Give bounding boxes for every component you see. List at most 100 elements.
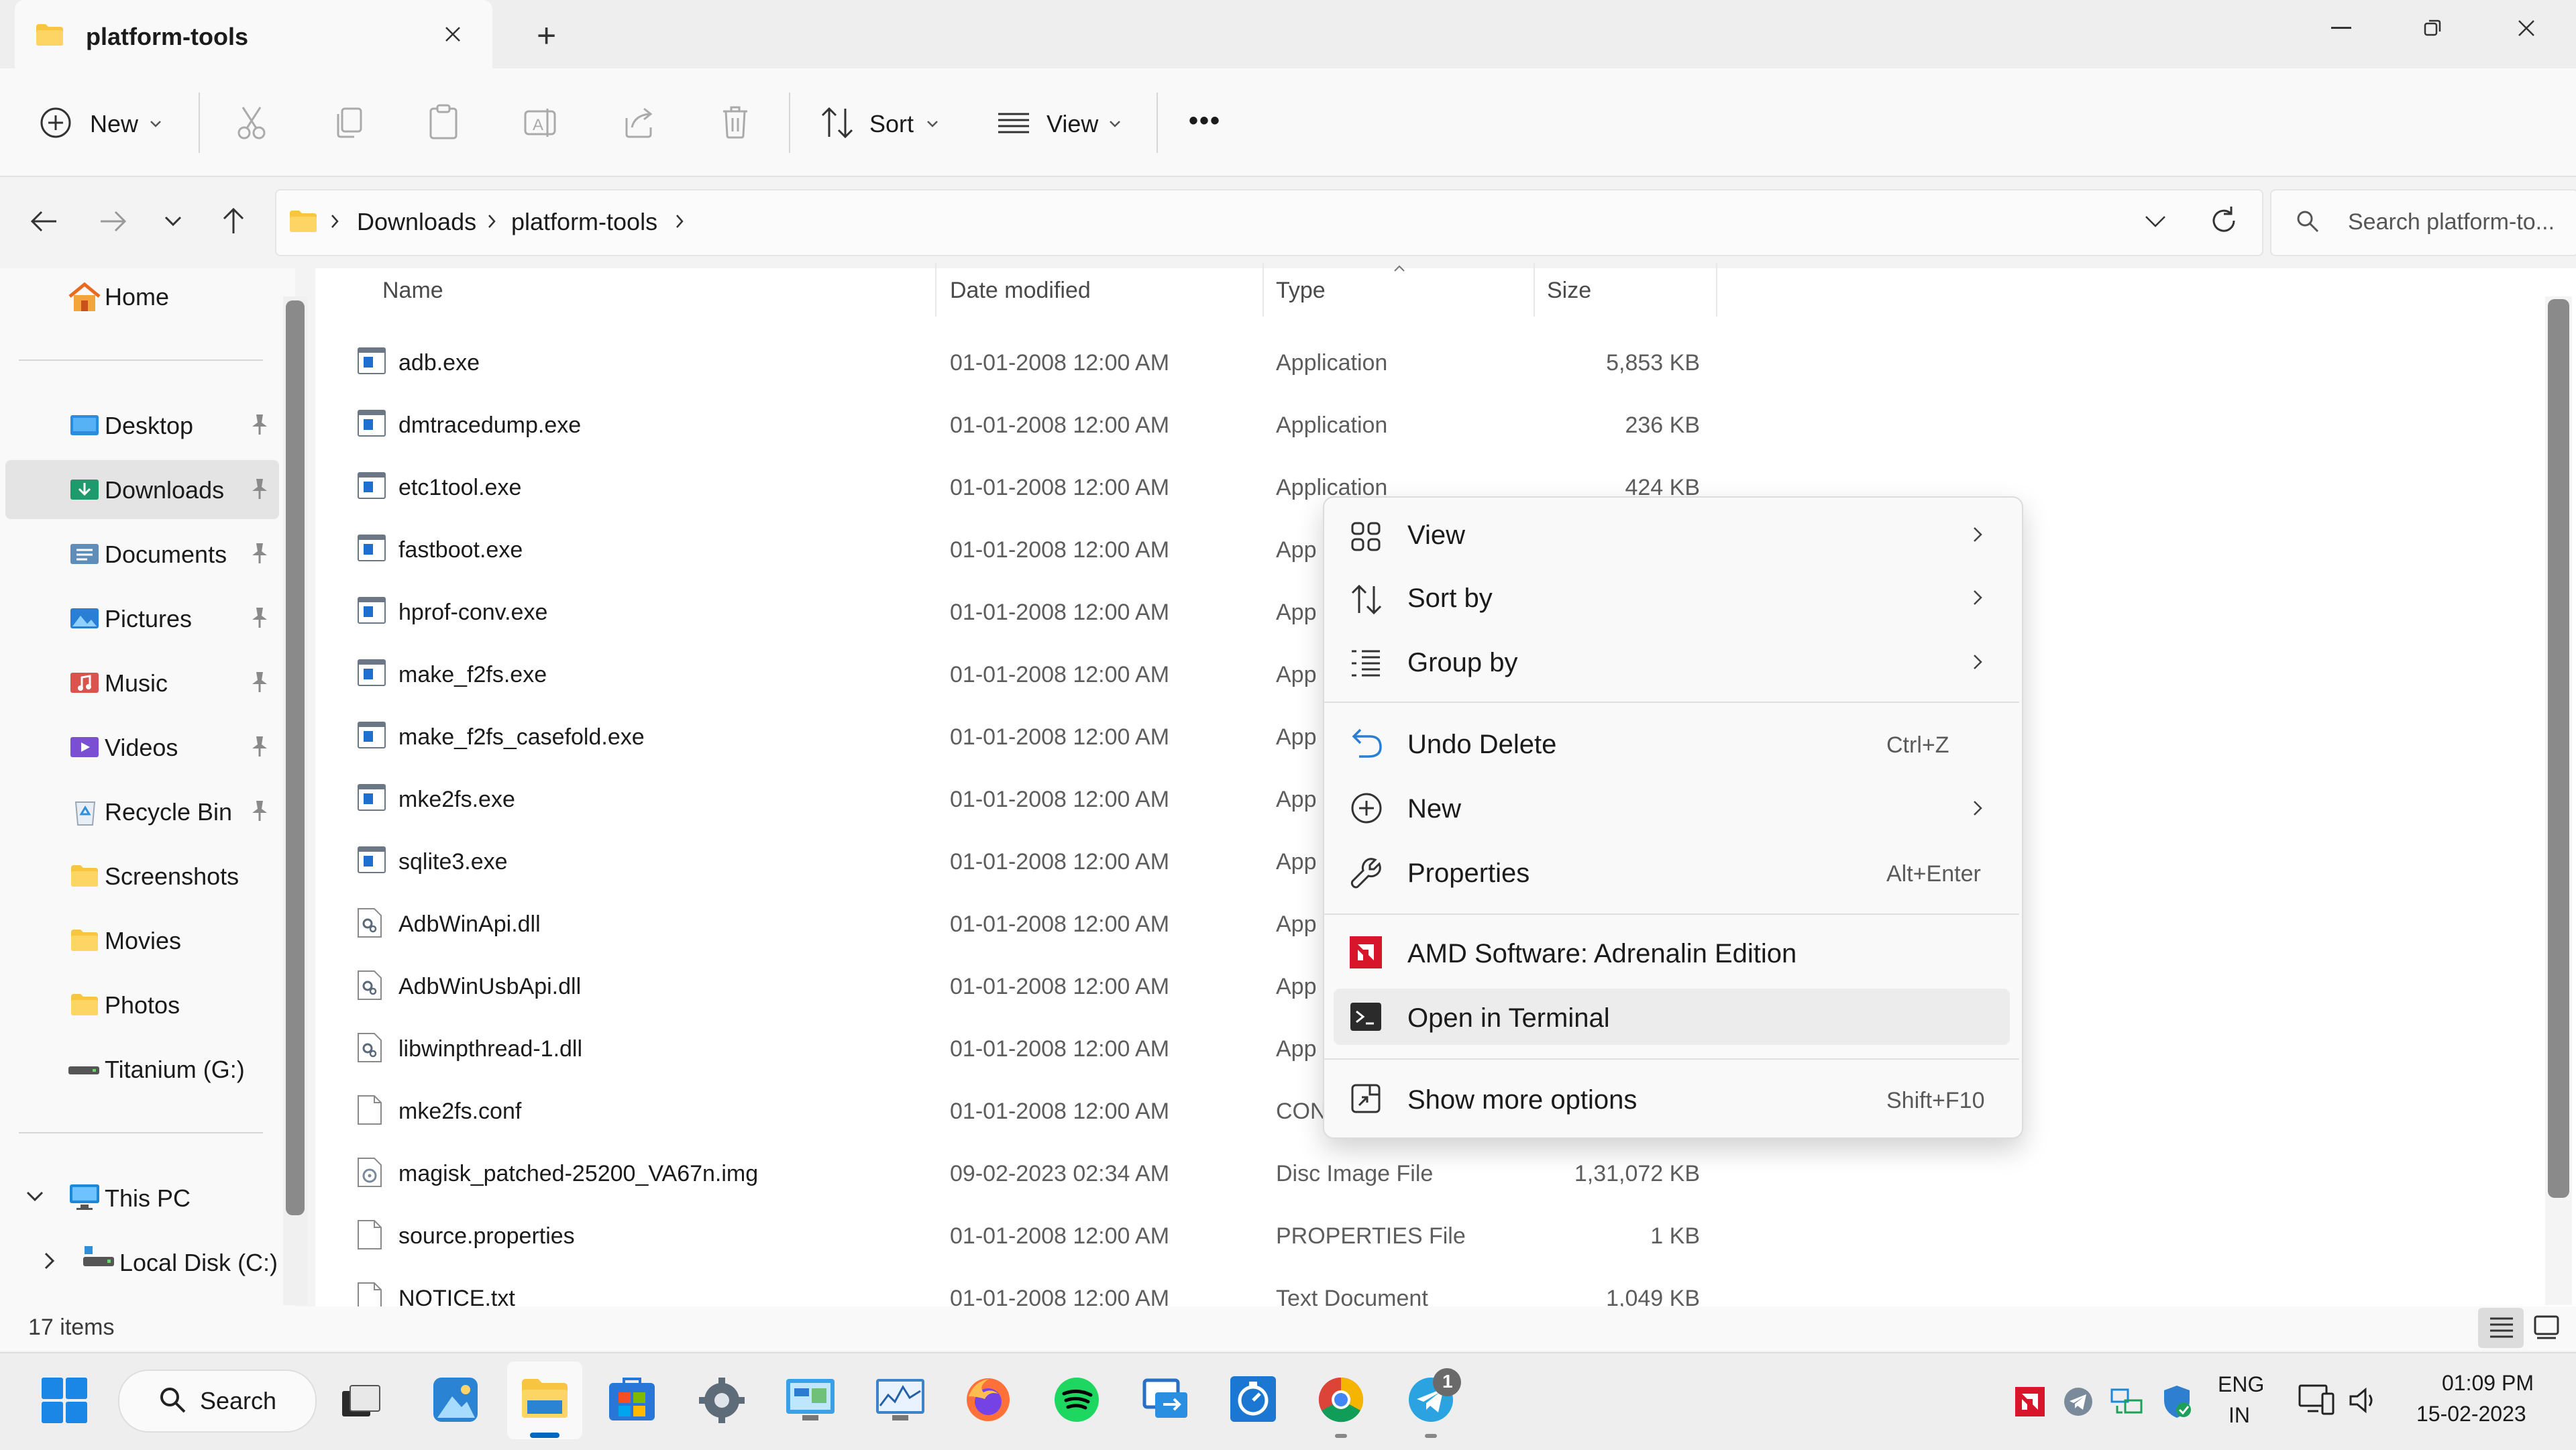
table-row[interactable]: dmtracedump.exe 01-01-2008 12:00 AM Applic… — [349, 400, 1717, 454]
table-row[interactable]: magisk_patched-25200_VA67n.img 09-02-2023… — [349, 1149, 1717, 1203]
context-menu-item-sort-by[interactable]: Sort by — [1407, 583, 1493, 614]
pin-icon[interactable] — [250, 413, 270, 436]
windows-start-icon[interactable] — [40, 1376, 89, 1425]
quick-assist-app-icon[interactable] — [1142, 1378, 1190, 1422]
column-divider[interactable] — [1534, 263, 1535, 317]
context-menu-item-group-by[interactable]: Group by — [1407, 648, 1518, 678]
column-divider[interactable] — [935, 263, 936, 317]
sidebar-item-pictures[interactable]: Pictures — [105, 605, 192, 633]
rename-icon[interactable]: A — [523, 106, 559, 140]
address-history-icon[interactable] — [2144, 215, 2167, 228]
sidebar-item-music[interactable]: Music — [105, 669, 168, 698]
settings-gear-icon[interactable] — [698, 1376, 746, 1425]
restore-icon[interactable] — [2423, 19, 2442, 38]
view-icon[interactable] — [997, 111, 1030, 135]
column-divider[interactable] — [1263, 263, 1264, 317]
sidebar-item-videos[interactable]: Videos — [105, 734, 178, 762]
clock-app-icon[interactable] — [1229, 1375, 1277, 1423]
context-menu-item-open-in-terminal[interactable]: Open in Terminal — [1407, 1003, 1610, 1034]
table-row[interactable]: adb.exe 01-01-2008 12:00 AM Application 5,8… — [349, 338, 1717, 392]
sort-icon[interactable] — [820, 106, 855, 140]
file-explorer-app-icon[interactable] — [521, 1378, 569, 1419]
breadcrumb-chevron-icon[interactable] — [487, 213, 496, 229]
new-icon[interactable] — [39, 106, 72, 140]
tiles-view-icon[interactable] — [2533, 1315, 2560, 1341]
spotify-app-icon[interactable] — [1053, 1376, 1100, 1423]
column-divider[interactable] — [1716, 263, 1717, 317]
breadcrumb-chevron-icon[interactable] — [330, 213, 339, 229]
microsoft-store-app-icon[interactable] — [608, 1375, 656, 1423]
sidebar-item-screenshots[interactable]: Screenshots — [105, 862, 239, 891]
context-menu-item-new[interactable]: New — [1407, 794, 1461, 824]
sidebar-item-movies[interactable]: Movies — [105, 927, 181, 955]
search-input[interactable]: Search platform-to... — [2348, 209, 2555, 235]
context-menu-item-view[interactable]: View — [1407, 520, 1465, 551]
pin-icon[interactable] — [250, 606, 270, 629]
volume-tray-icon[interactable] — [2348, 1384, 2380, 1416]
collapse-chevron-icon[interactable] — [43, 1251, 56, 1270]
column-header-date[interactable]: Date modified — [950, 278, 1091, 304]
control-panel-app-icon[interactable] — [785, 1378, 836, 1422]
sidebar-item-downloads[interactable]: Downloads — [105, 476, 224, 504]
telegram-tray-icon[interactable] — [2063, 1387, 2093, 1416]
sidebar-item-local-disk[interactable]: Local Disk (C:) — [119, 1249, 278, 1277]
up-arrow-icon[interactable] — [220, 205, 247, 236]
new-button[interactable]: New — [90, 110, 138, 138]
photos-app-icon[interactable] — [432, 1376, 479, 1423]
pin-icon[interactable] — [250, 735, 270, 758]
network-tray-icon[interactable] — [2298, 1383, 2334, 1418]
sidebar-item-desktop[interactable]: Desktop — [105, 412, 193, 440]
close-window-icon[interactable] — [2517, 19, 2536, 38]
sidebar-item-photos[interactable]: Photos — [105, 991, 180, 1019]
column-header-size[interactable]: Size — [1547, 278, 1591, 304]
paste-icon[interactable] — [428, 103, 459, 141]
sidebar-item-this-pc[interactable]: This PC — [105, 1184, 191, 1213]
breadcrumb-platform-tools[interactable]: platform-tools — [511, 208, 657, 236]
context-menu-item-properties[interactable]: Properties — [1407, 858, 1529, 889]
sidebar-item-titanium-drive[interactable]: Titanium (G:) — [105, 1056, 245, 1084]
context-menu-item-undo-delete[interactable]: Undo Delete — [1407, 730, 1556, 760]
delete-icon[interactable] — [720, 105, 750, 140]
pin-icon[interactable] — [250, 671, 270, 693]
firefox-app-icon[interactable] — [965, 1376, 1012, 1423]
input-region-indicator[interactable]: IN — [2229, 1403, 2250, 1428]
cut-icon[interactable] — [235, 105, 268, 141]
context-menu-item-show-more-options[interactable]: Show more options — [1407, 1085, 1637, 1115]
more-options-button[interactable]: ••• — [1189, 106, 1221, 136]
pin-icon[interactable] — [250, 542, 270, 565]
file-list-scrollbar-thumb[interactable] — [2548, 299, 2569, 1198]
column-header-name[interactable]: Name — [382, 278, 443, 304]
table-row[interactable]: source.properties 01-01-2008 12:00 AM PROP… — [349, 1211, 1717, 1265]
clock-date[interactable]: 15-02-2023 — [2416, 1402, 2526, 1427]
windows-security-tray-icon[interactable] — [2161, 1384, 2192, 1419]
chrome-app-icon[interactable] — [1318, 1376, 1364, 1423]
column-header-type[interactable]: Type — [1276, 278, 1326, 304]
clock-time[interactable]: 01:09 PM — [2442, 1371, 2534, 1396]
breadcrumb-downloads[interactable]: Downloads — [357, 208, 476, 236]
performance-monitor-app-icon[interactable] — [875, 1378, 926, 1422]
network-sync-tray-icon[interactable] — [2110, 1386, 2144, 1418]
pin-icon[interactable] — [250, 799, 270, 822]
refresh-icon[interactable] — [2208, 205, 2239, 236]
back-arrow-icon[interactable] — [28, 208, 59, 235]
view-button[interactable]: View — [1046, 110, 1098, 138]
forward-arrow-icon[interactable] — [98, 208, 129, 235]
recent-locations-icon[interactable] — [164, 215, 182, 228]
expand-chevron-icon[interactable] — [25, 1190, 44, 1203]
close-tab-icon[interactable] — [443, 24, 463, 44]
context-menu-item-amd-software[interactable]: AMD Software: Adrenalin Edition — [1407, 939, 1796, 969]
sort-button[interactable]: Sort — [869, 110, 914, 138]
pin-icon[interactable] — [250, 478, 270, 500]
breadcrumb-chevron-icon[interactable] — [675, 213, 684, 229]
language-indicator[interactable]: ENG — [2218, 1372, 2264, 1397]
share-icon[interactable] — [623, 105, 656, 140]
sidebar-item-home[interactable]: Home — [105, 283, 169, 311]
new-tab-button[interactable]: + — [537, 16, 556, 55]
copy-icon[interactable] — [333, 106, 364, 140]
sidebar-item-documents[interactable]: Documents — [105, 541, 227, 569]
sidebar-item-recycle-bin[interactable]: Recycle Bin — [105, 798, 232, 826]
sidebar-scrollbar-thumb[interactable] — [286, 300, 305, 1215]
task-view-icon[interactable] — [341, 1384, 381, 1418]
amd-tray-icon[interactable] — [2015, 1387, 2045, 1416]
minimize-icon[interactable] — [2331, 27, 2351, 30]
